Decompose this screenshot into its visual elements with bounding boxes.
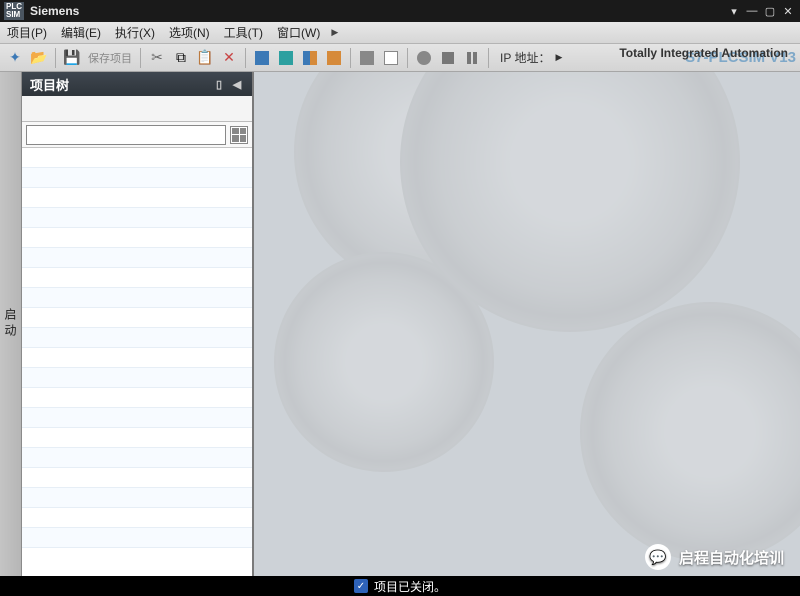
- list-item: [22, 388, 252, 408]
- pause-button[interactable]: [461, 47, 483, 69]
- ip-dropdown-icon[interactable]: ▶: [552, 52, 565, 63]
- brand-top: Totally Integrated Automation: [619, 46, 788, 60]
- save-project-label: 保存项目: [85, 50, 135, 66]
- tree-pin-icon[interactable]: ▯: [212, 77, 226, 91]
- list-item: [22, 248, 252, 268]
- list-item: [22, 288, 252, 308]
- tree-view-mode-icon[interactable]: [230, 126, 248, 144]
- menu-execute[interactable]: 执行(X): [108, 24, 162, 41]
- stop-button[interactable]: [437, 47, 459, 69]
- view-btn-2[interactable]: [380, 47, 402, 69]
- down-arrow-icon[interactable]: ▾: [726, 4, 742, 18]
- menu-window[interactable]: 窗口(W): [270, 24, 327, 41]
- view-btn-1[interactable]: [356, 47, 378, 69]
- list-item: [22, 208, 252, 228]
- menubar: 项目(P) 编辑(E) 执行(X) 选项(N) 工具(T) 窗口(W) ▶ To…: [0, 22, 800, 44]
- maximize-button[interactable]: ▢: [762, 4, 778, 18]
- new-project-button[interactable]: ✦: [4, 47, 26, 69]
- open-project-button[interactable]: 📂: [28, 47, 50, 69]
- tree-list[interactable]: [22, 148, 252, 576]
- list-item: [22, 408, 252, 428]
- list-item: [22, 168, 252, 188]
- menu-overflow-icon[interactable]: ▶: [327, 27, 342, 38]
- list-item: [22, 468, 252, 488]
- layout-btn-3[interactable]: [299, 47, 321, 69]
- list-item: [22, 308, 252, 328]
- cut-button[interactable]: ✂: [146, 47, 168, 69]
- delete-button[interactable]: ✕: [218, 47, 240, 69]
- statusbar: ✓ 项目已关闭。: [0, 576, 800, 596]
- menu-options[interactable]: 选项(N): [162, 24, 217, 41]
- app-title: Siemens: [30, 4, 726, 18]
- list-item: [22, 188, 252, 208]
- list-item: [22, 508, 252, 528]
- workspace: [254, 72, 800, 576]
- tree-filter-bar: [22, 122, 252, 148]
- record-button[interactable]: [413, 47, 435, 69]
- list-item: [22, 448, 252, 468]
- project-tree-panel: 项目树 ▯ ◀: [22, 72, 254, 576]
- layout-btn-1[interactable]: [251, 47, 273, 69]
- list-item: [22, 368, 252, 388]
- side-tab-label: 启动: [2, 308, 19, 340]
- list-item: [22, 148, 252, 168]
- copy-button[interactable]: ⧉: [170, 47, 192, 69]
- tree-filter-input[interactable]: [26, 125, 226, 145]
- layout-btn-2[interactable]: [275, 47, 297, 69]
- menu-project[interactable]: 项目(P): [0, 24, 54, 41]
- side-tab-start[interactable]: 启动: [0, 72, 22, 576]
- save-button[interactable]: 💾: [61, 47, 83, 69]
- close-button[interactable]: ✕: [780, 4, 796, 18]
- list-item: [22, 428, 252, 448]
- menu-tools[interactable]: 工具(T): [217, 24, 270, 41]
- app-logo: PLCSIM: [4, 2, 24, 20]
- titlebar[interactable]: PLCSIM Siemens ▾ — ▢ ✕: [0, 0, 800, 22]
- layout-btn-4[interactable]: [323, 47, 345, 69]
- minimize-button[interactable]: —: [744, 4, 760, 18]
- list-item: [22, 328, 252, 348]
- list-item: [22, 348, 252, 368]
- tree-collapse-icon[interactable]: ◀: [230, 77, 244, 91]
- list-item: [22, 488, 252, 508]
- tree-title: 项目树: [30, 75, 69, 94]
- tree-header: 项目树 ▯ ◀: [22, 72, 252, 96]
- menu-edit[interactable]: 编辑(E): [54, 24, 108, 41]
- list-item: [22, 528, 252, 548]
- list-item: [22, 268, 252, 288]
- status-text: 项目已关闭。: [374, 578, 446, 595]
- tree-toolbar: [22, 96, 252, 122]
- ip-address-label: IP 地址：: [500, 49, 550, 66]
- list-item: [22, 228, 252, 248]
- status-check-icon: ✓: [354, 579, 368, 593]
- content-area: 启动 项目树 ▯ ◀: [0, 72, 800, 576]
- paste-button[interactable]: 📋: [194, 47, 216, 69]
